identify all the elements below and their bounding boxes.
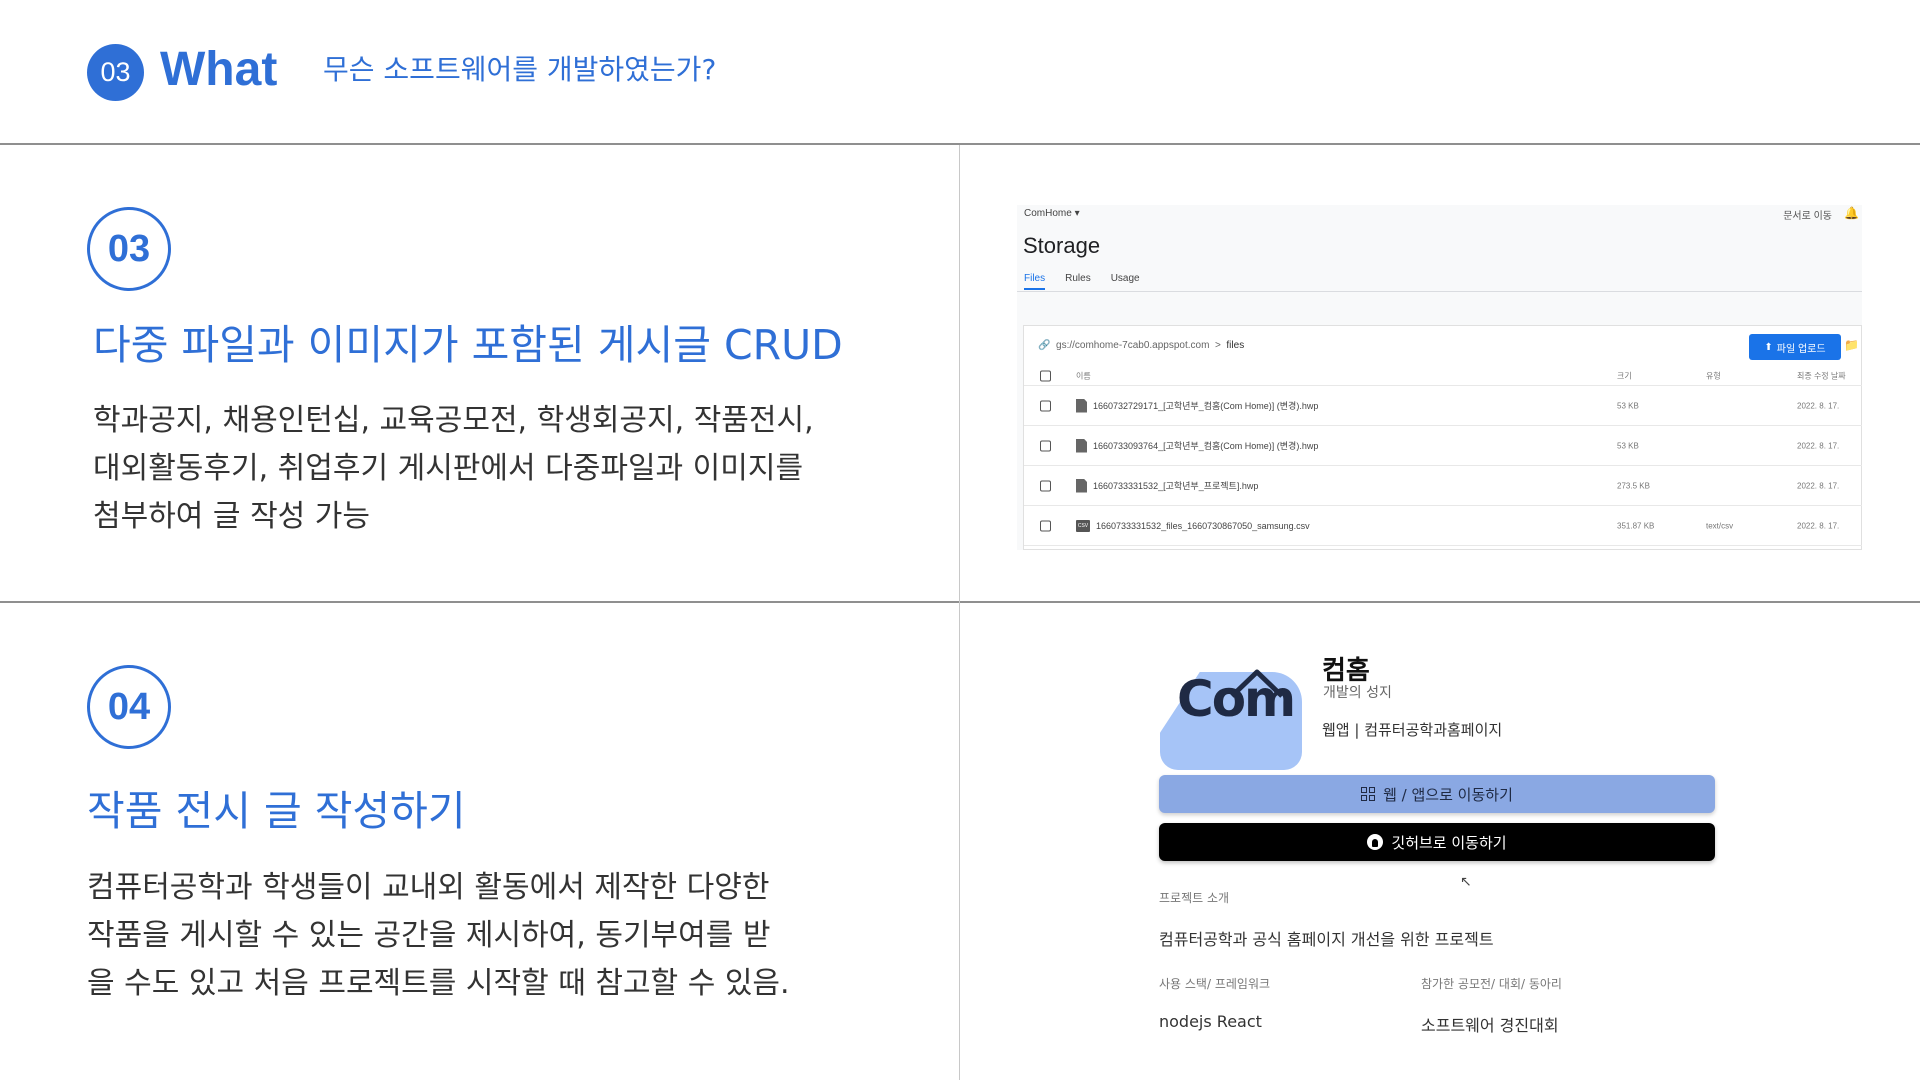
upload-label: 파일 업로드 xyxy=(1776,343,1826,355)
table-row[interactable]: 1660732729171_[고학년부_컴홈(Com Home)] (변경).h… xyxy=(1024,386,1862,426)
header-divider xyxy=(0,143,1920,145)
section-title-showcase: 작품 전시 글 작성하기 xyxy=(87,787,466,835)
file-size: 53 KB xyxy=(1617,441,1639,450)
tab-divider xyxy=(1017,291,1862,292)
csv-file-icon: CSV xyxy=(1076,519,1090,532)
mouse-cursor-icon: ↖ xyxy=(1460,874,1472,890)
file-size: 351.87 KB xyxy=(1617,521,1655,530)
file-browser: 🔗 gs://comhome-7cab0.appspot.com > files… xyxy=(1023,325,1862,550)
project-selector[interactable]: ComHome ▾ xyxy=(1024,208,1080,219)
column-divider xyxy=(959,145,960,1080)
logo: Com xyxy=(1177,670,1296,728)
bell-icon[interactable]: 🔔 xyxy=(1844,206,1859,220)
open-web-button[interactable]: 웹 / 앱으로 이동하기 xyxy=(1159,775,1715,813)
body-line: 학과공지, 채용인턴십, 교육공모전, 학생회공지, 작품전시, xyxy=(93,403,814,438)
link-icon: 🔗 xyxy=(1038,340,1051,351)
col-type[interactable]: 유형 xyxy=(1706,370,1721,381)
page-title: What xyxy=(160,43,278,96)
stack-value: nodejs React xyxy=(1159,1012,1262,1031)
file-size: 53 KB xyxy=(1617,401,1639,410)
upload-icon: ⬆ xyxy=(1764,341,1773,353)
col-size[interactable]: 크기 xyxy=(1617,370,1632,381)
file-name[interactable]: 1660733093764_[고학년부_컴홈(Com Home)] (변경).h… xyxy=(1093,439,1318,452)
file-type: text/csv xyxy=(1706,521,1734,530)
file-table: 이름 크기 유형 최종 수정 날짜 1660732729171_[고학년부_컴홈… xyxy=(1024,366,1862,546)
select-all-checkbox[interactable] xyxy=(1040,370,1051,381)
docs-link[interactable]: 문서로 이동 xyxy=(1783,207,1832,222)
storage-title: Storage xyxy=(1023,233,1101,258)
body-line: 컴퓨터공학과 학생들이 교내외 활동에서 제작한 다양한 xyxy=(87,870,770,905)
table-row[interactable]: 1660733331532_[고학년부_프로젝트].hwp 273.5 KB 2… xyxy=(1024,466,1862,506)
body-line: 을 수도 있고 처음 프로젝트를 시작할 때 참고할 수 있음. xyxy=(87,966,790,1001)
folder-path[interactable]: files xyxy=(1226,340,1244,351)
open-github-label: 깃허브로 이동하기 xyxy=(1391,833,1507,852)
page-subtitle: 무슨 소프트웨어를 개발하였는가? xyxy=(323,53,717,86)
body-line: 대외활동후기, 취업후기 게시판에서 다중파일과 이미지를 xyxy=(93,451,804,486)
file-icon xyxy=(1076,478,1087,493)
body-line: 첨부하여 글 작성 가능 xyxy=(93,499,371,534)
contest-label: 참가한 공모전/ 대회/ 동아리 xyxy=(1421,977,1562,991)
bucket-path[interactable]: gs://comhome-7cab0.appspot.com xyxy=(1056,340,1209,351)
upload-button[interactable]: ⬆ 파일 업로드 xyxy=(1749,334,1841,360)
app-slogan: 개발의 성지 xyxy=(1323,685,1392,701)
chevron-right-icon: > xyxy=(1215,340,1221,351)
tab-rules[interactable]: Rules xyxy=(1065,273,1091,290)
contest-value: 소프트웨어 경진대회 xyxy=(1421,1016,1559,1035)
table-header: 이름 크기 유형 최종 수정 날짜 xyxy=(1024,366,1862,386)
tab-files[interactable]: Files xyxy=(1024,273,1046,290)
row-checkbox[interactable] xyxy=(1040,520,1051,531)
file-name[interactable]: 1660732729171_[고학년부_컴홈(Com Home)] (변경).h… xyxy=(1093,399,1318,412)
breadcrumb: 🔗 gs://comhome-7cab0.appspot.com > files xyxy=(1038,340,1244,351)
open-web-label: 웹 / 앱으로 이동하기 xyxy=(1383,785,1513,804)
table-row[interactable]: 1660733093764_[고학년부_컴홈(Com Home)] (변경).h… xyxy=(1024,426,1862,466)
new-folder-icon[interactable]: 📁 xyxy=(1844,338,1859,352)
intro-label: 프로젝트 소개 xyxy=(1159,891,1230,905)
storage-screenshot: ComHome ▾ 문서로 이동 🔔 Storage Files Rules U… xyxy=(1017,205,1862,550)
row-checkbox[interactable] xyxy=(1040,480,1051,491)
header-badge: 03 xyxy=(87,44,144,101)
app-category: 웹앱 | 컴퓨터공학과홈페이지 xyxy=(1322,721,1503,739)
section-body-showcase: 컴퓨터공학과 학생들이 교내외 활동에서 제작한 다양한 작품을 게시할 수 있… xyxy=(87,864,790,1008)
stack-label: 사용 스택/ 프레임워크 xyxy=(1159,977,1271,991)
section-divider xyxy=(0,601,1920,603)
col-name[interactable]: 이름 xyxy=(1076,370,1091,381)
tab-usage[interactable]: Usage xyxy=(1111,273,1140,290)
intro-value: 컴퓨터공학과 공식 홈페이지 개선을 위한 프로젝트 xyxy=(1159,930,1494,949)
file-date: 2022. 8. 17. xyxy=(1797,441,1840,450)
section-number-04: 04 xyxy=(87,665,171,749)
file-date: 2022. 8. 17. xyxy=(1797,401,1840,410)
row-checkbox[interactable] xyxy=(1040,440,1051,451)
row-checkbox[interactable] xyxy=(1040,400,1051,411)
file-name[interactable]: 1660733331532_files_1660730867050_samsun… xyxy=(1096,521,1310,531)
col-date[interactable]: 최종 수정 날짜 xyxy=(1797,370,1846,381)
file-icon xyxy=(1076,398,1087,413)
section-title-crud: 다중 파일과 이미지가 포함된 게시글 CRUD xyxy=(93,321,843,369)
file-icon xyxy=(1076,438,1087,453)
section-number-03: 03 xyxy=(87,207,171,291)
github-icon xyxy=(1367,834,1384,850)
file-date: 2022. 8. 17. xyxy=(1797,481,1840,490)
file-name[interactable]: 1660733331532_[고학년부_프로젝트].hwp xyxy=(1093,479,1258,492)
file-date: 2022. 8. 17. xyxy=(1797,521,1840,530)
file-size: 273.5 KB xyxy=(1617,481,1650,490)
section-body-crud: 학과공지, 채용인턴십, 교육공모전, 학생회공지, 작품전시, 대외활동후기,… xyxy=(93,397,814,541)
storage-tabs: Files Rules Usage xyxy=(1024,273,1140,290)
body-line: 작품을 게시할 수 있는 공간을 제시하여, 동기부여를 받 xyxy=(87,918,771,953)
open-github-button[interactable]: 깃허브로 이동하기 xyxy=(1159,823,1715,861)
grid-icon xyxy=(1361,787,1376,801)
table-row[interactable]: CSV 1660733331532_files_1660730867050_sam… xyxy=(1024,506,1862,546)
